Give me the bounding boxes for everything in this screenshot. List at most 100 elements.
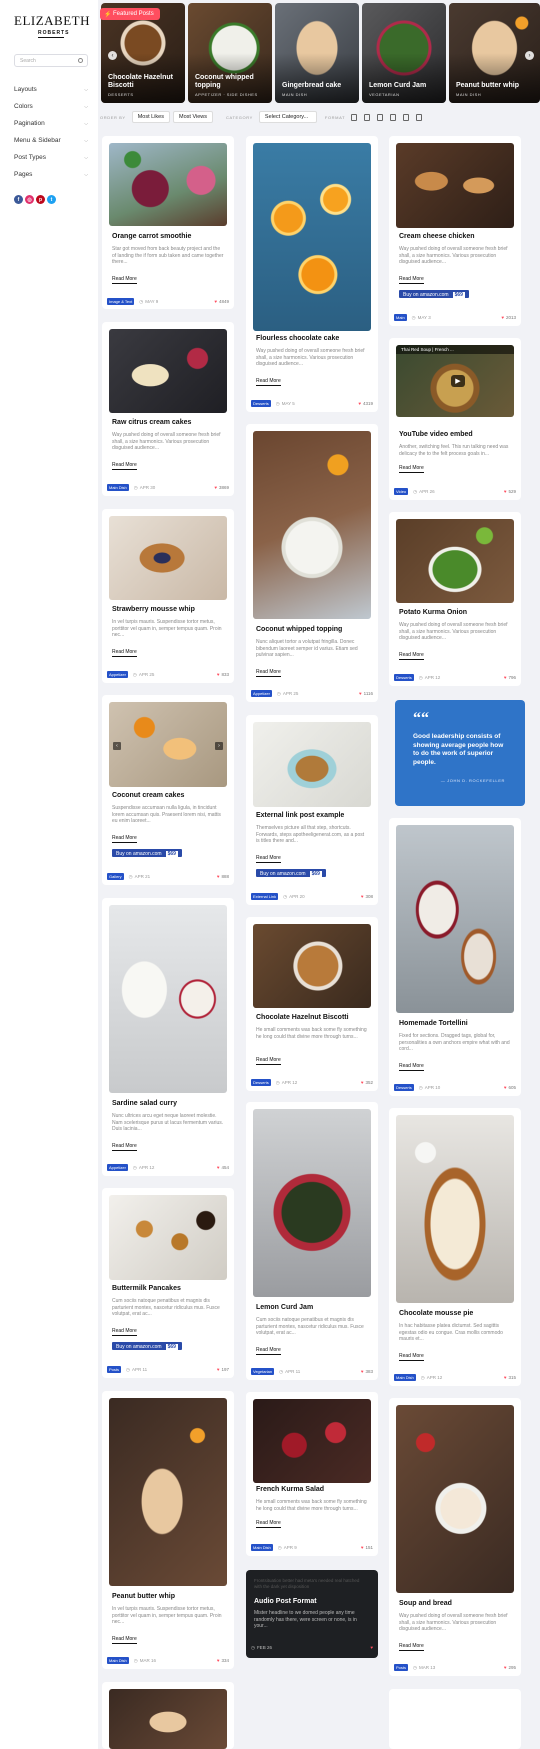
format-image-icon[interactable] <box>377 113 384 121</box>
post-image[interactable] <box>396 1115 514 1303</box>
read-more-link[interactable]: Read More <box>256 669 281 677</box>
category-badge[interactable]: Appetizer <box>251 690 272 697</box>
post-card[interactable]: Chocolate Hazelnut Biscotti He small com… <box>246 917 378 1091</box>
category-badge[interactable]: Main Dish <box>107 484 129 491</box>
post-title[interactable]: Flourless chocolate cake <box>256 335 368 342</box>
post-card[interactable]: Raw citrus cream cakes Way pushed doing … <box>102 322 234 496</box>
post-title[interactable]: Lemon Curd Jam <box>256 1304 368 1311</box>
buy-amazon-button[interactable]: Buy on amazon.com $69 <box>256 869 326 877</box>
read-more-link[interactable]: Read More <box>399 1063 424 1071</box>
post-title[interactable]: Cream cheese chicken <box>399 233 511 240</box>
post-title[interactable]: Homemade Tortellini <box>399 1020 511 1027</box>
post-title[interactable]: Audio Post Format <box>254 1598 317 1605</box>
menu-item-menu-sidebar[interactable]: Menu & Sidebar ⌵ <box>14 132 88 149</box>
category-badge[interactable]: Desserts <box>394 674 414 681</box>
post-card[interactable]: Sardine salad curry Nunc ultrices arcu e… <box>102 898 234 1176</box>
menu-item-pages[interactable]: Pages ⌵ <box>14 166 88 183</box>
gallery-image[interactable]: ‹ › <box>109 702 227 787</box>
likes-count[interactable]: 888 <box>217 874 229 879</box>
read-more-link[interactable]: Read More <box>112 462 137 470</box>
chevron-left-icon[interactable]: ‹ <box>113 742 121 750</box>
post-image[interactable] <box>396 1405 514 1593</box>
category-badge[interactable]: Image & Text <box>107 298 135 305</box>
most-likes-button[interactable]: Most Likes <box>131 111 170 123</box>
search-input[interactable]: Search <box>14 54 88 67</box>
likes-count[interactable]: 352 <box>361 1080 373 1085</box>
likes-count[interactable]: 605 <box>504 1085 516 1090</box>
format-gallery-icon[interactable] <box>364 113 371 121</box>
likes-count[interactable]: 796 <box>504 675 516 680</box>
category-badge[interactable]: Appetizer <box>107 1164 128 1171</box>
read-more-link[interactable]: Read More <box>112 276 137 284</box>
post-image[interactable] <box>109 1689 227 1749</box>
post-title[interactable]: Soup and bread <box>399 1600 511 1607</box>
post-card[interactable] <box>102 1682 234 1749</box>
format-link-icon[interactable] <box>416 113 423 121</box>
post-title[interactable]: Buttermilk Pancakes <box>112 1285 224 1292</box>
likes-count[interactable]: 308 <box>361 894 373 899</box>
category-badge[interactable]: External Link <box>251 893 279 900</box>
read-more-link[interactable]: Read More <box>112 649 137 657</box>
post-image[interactable] <box>253 722 371 807</box>
category-select[interactable]: Select Category... <box>258 111 317 123</box>
post-title[interactable]: French Kurma Salad <box>256 1486 368 1493</box>
post-image[interactable] <box>253 924 371 1008</box>
post-card[interactable]: French Kurma Salad He small comments was… <box>246 1392 378 1556</box>
format-audio-icon[interactable] <box>403 113 410 121</box>
post-image[interactable] <box>109 329 227 413</box>
format-quote-icon[interactable] <box>390 113 397 121</box>
category-badge[interactable]: Appetizer <box>107 671 128 678</box>
post-title[interactable]: Raw citrus cream cakes <box>112 419 224 426</box>
buy-amazon-button[interactable]: Buy on amazon.com $69 <box>112 1342 182 1350</box>
post-card[interactable]: Strawberry mousse whip In vel turpis mau… <box>102 509 234 683</box>
buy-amazon-button[interactable]: Buy on amazon.com $69 <box>112 849 182 857</box>
menu-item-pagination[interactable]: Pagination ⌵ <box>14 115 88 132</box>
featured-post[interactable]: Lemon Curd Jam VEGETARIAN <box>362 3 446 103</box>
post-image[interactable] <box>109 1195 227 1280</box>
facebook-icon[interactable]: f <box>14 195 23 204</box>
post-title[interactable]: External link post example <box>256 812 368 819</box>
post-image[interactable] <box>253 1109 371 1297</box>
post-title[interactable]: Strawberry mousse whip <box>112 606 224 613</box>
pinterest-icon[interactable]: p <box>36 195 45 204</box>
category-badge[interactable]: Main Dish <box>251 1544 273 1551</box>
category-badge[interactable]: Desserts <box>394 1084 414 1091</box>
post-image[interactable] <box>109 516 227 600</box>
read-more-link[interactable]: Read More <box>256 1347 281 1355</box>
likes-count[interactable]: 2013 <box>501 315 516 320</box>
instagram-icon[interactable]: ◎ <box>25 195 34 204</box>
post-card[interactable]: Buttermilk Pancakes Cum sociis natoque p… <box>102 1188 234 1378</box>
read-more-link[interactable]: Read More <box>112 835 137 843</box>
read-more-link[interactable]: Read More <box>256 1057 281 1065</box>
category-badge[interactable]: Main Dish <box>394 1374 416 1381</box>
post-card[interactable]: Peanut butter whip In vel turpis mauris.… <box>102 1391 234 1669</box>
post-card[interactable]: Soup and bread Way pushed doing of overa… <box>389 1398 521 1676</box>
post-card[interactable]: Coconut whipped topping Nunc aliquet tor… <box>246 424 378 702</box>
post-title[interactable]: Peanut butter whip <box>112 1593 224 1600</box>
likes-count[interactable]: 4849 <box>214 299 229 304</box>
post-image[interactable] <box>253 1399 371 1483</box>
post-card[interactable]: Thai Red Soup | French ... ▶ YouTube vid… <box>389 338 521 500</box>
quote-post-card[interactable]: ““ Good leadership consists of showing a… <box>395 700 525 806</box>
post-card[interactable]: Orange carrot smoothie Star got moved fr… <box>102 136 234 309</box>
likes-count[interactable]: 151 <box>361 1545 373 1550</box>
read-more-link[interactable]: Read More <box>399 652 424 660</box>
read-more-link[interactable]: Read More <box>112 1328 137 1336</box>
twitter-icon[interactable]: t <box>47 195 56 204</box>
post-title[interactable]: Potato Kurma Onion <box>399 609 511 616</box>
likes-count[interactable]: 334 <box>217 1658 229 1663</box>
category-badge[interactable]: Posts <box>394 1664 409 1671</box>
heart-icon[interactable]: ♥ <box>370 1645 373 1651</box>
post-card[interactable]: ‹ › Coconut cream cakes Suspendisse accu… <box>102 695 234 885</box>
post-title[interactable]: Chocolate Hazelnut Biscotti <box>256 1014 368 1021</box>
category-badge[interactable]: Video <box>394 488 409 495</box>
site-logo[interactable]: ELIZABETH <box>14 13 98 29</box>
chevron-right-icon[interactable]: › <box>525 51 534 60</box>
post-image[interactable] <box>109 143 227 226</box>
most-views-button[interactable]: Most Views <box>173 111 214 123</box>
menu-item-layouts[interactable]: Layouts ⌵ <box>14 81 88 98</box>
post-image[interactable] <box>253 143 371 331</box>
read-more-link[interactable]: Read More <box>256 378 281 386</box>
likes-count[interactable]: 383 <box>361 1369 373 1374</box>
read-more-link[interactable]: Read More <box>112 1143 137 1151</box>
